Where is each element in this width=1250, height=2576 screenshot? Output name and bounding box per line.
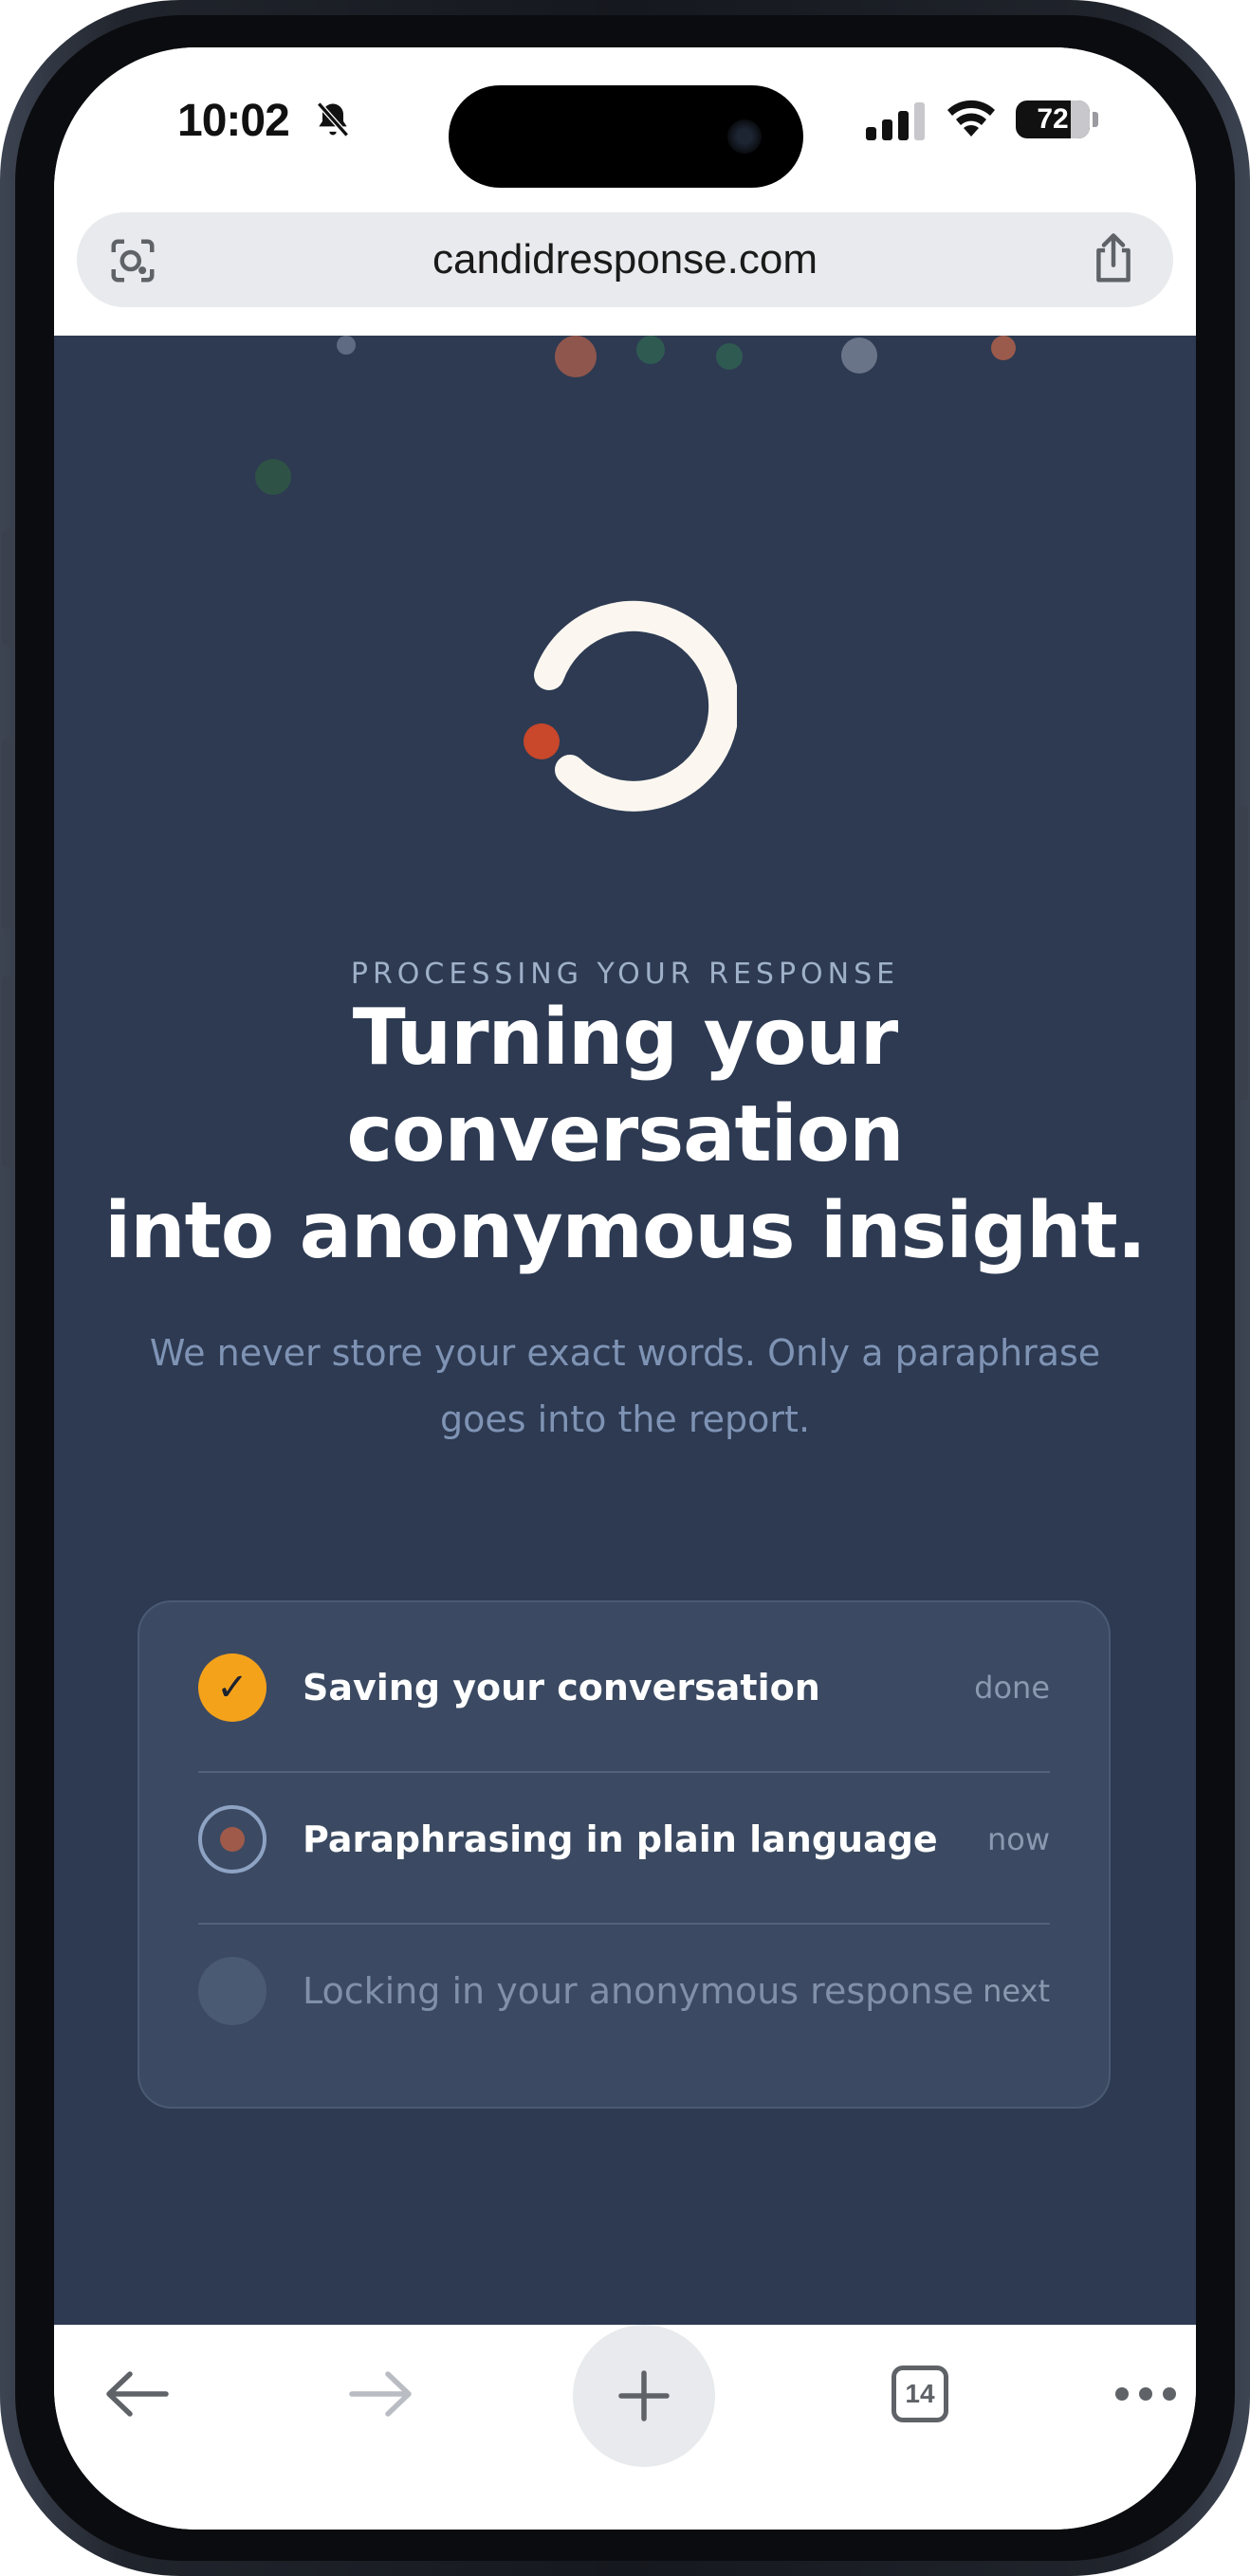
power-button (1237, 806, 1248, 1100)
battery-level: 72 (1037, 103, 1069, 135)
phone-screen: 10:02 72 candidresponse.com PROCESSING Y… (54, 47, 1196, 2530)
camera-icon (727, 119, 762, 154)
particle (991, 336, 1016, 360)
page-headline: Turning your conversation into anonymous… (92, 990, 1158, 1280)
particle (337, 336, 356, 355)
more-button[interactable] (1094, 2342, 1196, 2446)
browser-toolbar: 14 (54, 2325, 1196, 2530)
step-item-paraphrasing: Paraphrasing in plain language now (198, 1763, 1050, 1915)
new-tab-button[interactable] (573, 2325, 715, 2467)
particle (841, 338, 877, 374)
headline-line-2: conversation (346, 1089, 905, 1179)
bell-slash-icon (317, 101, 349, 137)
status-bar: 10:02 72 candidresponse.com (54, 47, 1196, 307)
volume-up-button (2, 740, 13, 929)
dynamic-island (449, 85, 803, 188)
battery-empty-portion (1071, 100, 1090, 138)
in-progress-icon (198, 1805, 267, 1873)
progress-card: ✓ Saving your conversation done Paraphra… (138, 1600, 1111, 2109)
cellular-signal-icon (866, 102, 925, 140)
plus-icon[interactable] (617, 2369, 671, 2422)
step-status: next (983, 1973, 1050, 2009)
page-content: PROCESSING YOUR RESPONSE Turning your co… (54, 336, 1196, 2325)
tabs-icon[interactable]: 14 (892, 2366, 948, 2422)
eyebrow-label: PROCESSING YOUR RESPONSE (350, 958, 900, 991)
forward-arrow-icon[interactable] (348, 2370, 414, 2418)
step-label: Paraphrasing in plain language (303, 1818, 938, 1860)
step-label: Locking in your anonymous response (303, 1970, 974, 2012)
headline-line-3: into anonymous insight. (104, 1186, 1147, 1276)
more-icon[interactable] (1112, 2384, 1179, 2403)
status-time: 10:02 (177, 96, 290, 146)
action-button (2, 531, 13, 645)
back-arrow-icon[interactable] (103, 2370, 170, 2418)
share-icon[interactable] (1088, 231, 1139, 286)
back-button[interactable] (84, 2342, 189, 2446)
battery-tip (1093, 112, 1098, 127)
pending-icon (198, 1957, 267, 2025)
forward-button[interactable] (329, 2342, 433, 2446)
step-status: now (986, 1821, 1050, 1857)
tabs-button[interactable]: 14 (868, 2342, 972, 2446)
volume-down-button (2, 977, 13, 1166)
step-status: done (974, 1670, 1050, 1706)
particle (255, 459, 291, 495)
headline-line-1: Turning your (352, 993, 898, 1083)
checkmark-icon: ✓ (198, 1653, 267, 1722)
particle (716, 343, 743, 370)
page-subtext: We never store your exact words. Only a … (149, 1332, 1101, 1440)
step-label: Saving your conversation (303, 1667, 820, 1708)
particle (636, 336, 665, 364)
battery-icon: 72 (1016, 100, 1090, 138)
step-item-locking: Locking in your anonymous response next (198, 1915, 1050, 2067)
loading-spinner-icon (524, 600, 737, 812)
address-bar[interactable]: candidresponse.com (77, 212, 1173, 307)
wifi-icon (947, 100, 995, 137)
step-item-saving: ✓ Saving your conversation done (198, 1612, 1050, 1763)
url-text[interactable]: candidresponse.com (77, 212, 1173, 307)
particle (555, 336, 597, 377)
